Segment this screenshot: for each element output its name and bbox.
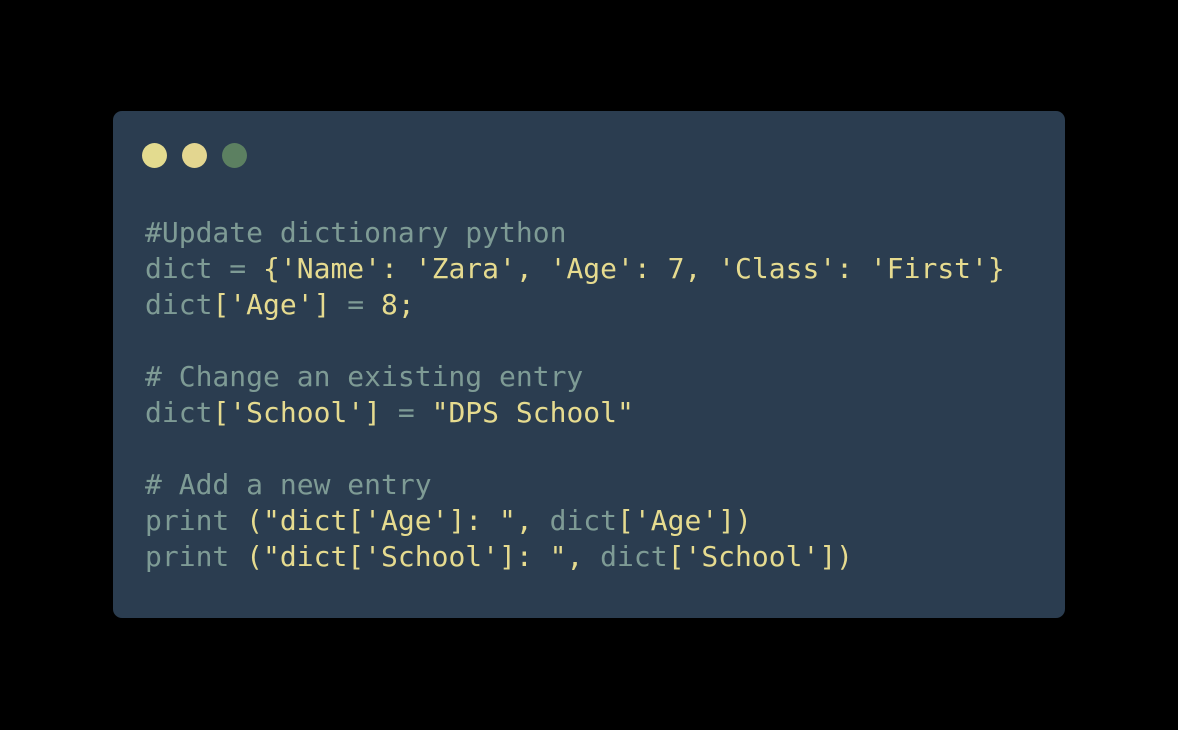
code-text: {'Name': 'Zara', 'Age': 7, 'Class': 'Fir…	[263, 252, 1005, 285]
code-line: print ("dict['Age']: ", dict['Age'])	[145, 503, 1005, 539]
code-line: dict = {'Name': 'Zara', 'Age': 7, 'Class…	[145, 251, 1005, 287]
code-line: dict['School'] = "DPS School"	[145, 395, 1005, 431]
code-line: # Change an existing entry	[145, 359, 1005, 395]
minimize-dot[interactable]	[182, 143, 207, 168]
code-block: #Update dictionary python dict = {'Name':…	[145, 215, 1005, 575]
code-identifier: print	[145, 540, 230, 573]
code-identifier: =	[212, 252, 264, 285]
code-identifier: dict	[145, 252, 213, 285]
code-text: 8;	[381, 288, 415, 321]
code-comment: # Change an existing entry	[145, 360, 584, 393]
code-line: # Add a new entry	[145, 467, 1005, 503]
code-text: ['Age']	[212, 288, 348, 321]
code-identifier: dict	[600, 540, 668, 573]
code-text: ['School']	[212, 396, 398, 429]
code-window: #Update dictionary python dict = {'Name':…	[113, 111, 1065, 618]
close-dot[interactable]	[142, 143, 167, 168]
code-line: print ("dict['School']: ", dict['School'…	[145, 539, 1005, 575]
code-identifier: print	[145, 504, 230, 537]
code-identifier: dict	[145, 396, 213, 429]
code-text: "DPS School"	[431, 396, 634, 429]
code-identifier: dict	[549, 504, 618, 537]
code-text: ("dict['School']: ",	[229, 540, 601, 573]
code-line: #Update dictionary python	[145, 215, 1005, 251]
code-line: dict['Age'] = 8;	[145, 287, 1005, 323]
maximize-dot[interactable]	[222, 143, 247, 168]
code-comment: # Add a new entry	[145, 468, 432, 501]
code-identifier: =	[397, 396, 432, 429]
window-controls	[142, 143, 247, 168]
code-text: ['Age'])	[617, 504, 752, 537]
code-comment: #Update dictionary python	[145, 216, 567, 249]
code-identifier: =	[347, 288, 382, 321]
code-identifier: dict	[145, 288, 213, 321]
code-text: ['School'])	[667, 540, 854, 573]
code-text: ("dict['Age']: ",	[229, 504, 550, 537]
